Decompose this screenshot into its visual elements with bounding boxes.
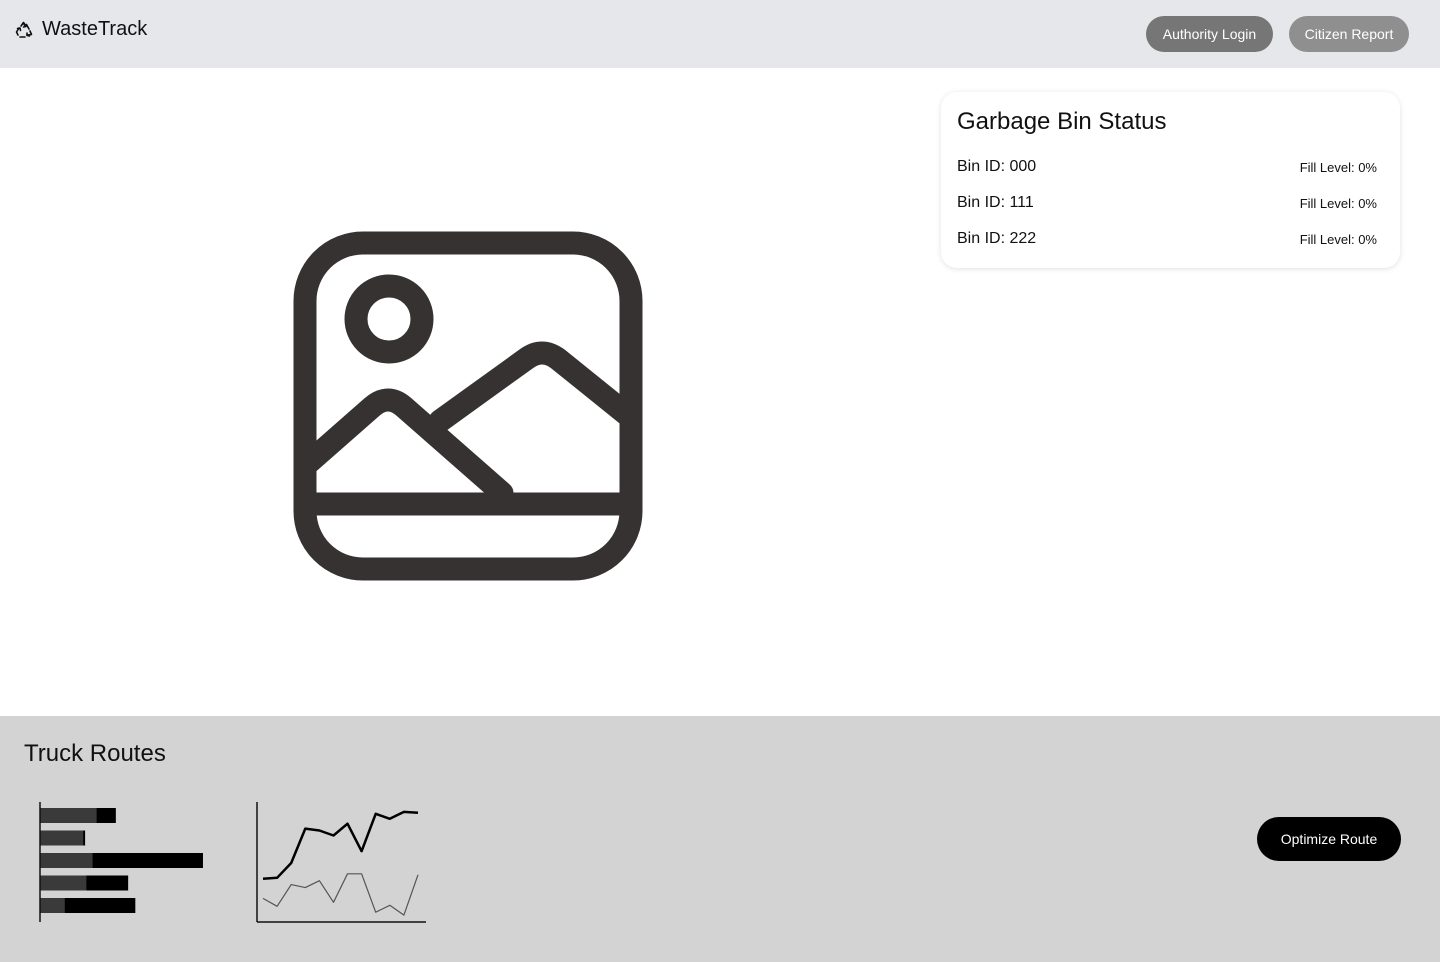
- brand-name: WasteTrack: [42, 18, 148, 40]
- fill-level: Fill Level: 0%: [1299, 160, 1377, 175]
- bar-2-segment-1: [40, 830, 84, 846]
- bar-1-segment-1: [40, 808, 97, 823]
- bar-2-segment-2: [83, 830, 86, 846]
- image-placeholder-icon: [292, 231, 644, 581]
- line-series-1: [262, 810, 419, 880]
- fill-level: Fill Level: 0%: [1299, 196, 1377, 211]
- recycle-icon: [14, 20, 34, 40]
- bin-row[interactable]: Bin ID: 111 Fill Level: 0%: [957, 194, 1377, 214]
- route-bar-chart: [39, 802, 203, 922]
- bin-id: Bin ID: 111: [957, 194, 1034, 211]
- brand[interactable]: WasteTrack: [14, 18, 147, 41]
- authority-login-button[interactable]: Authority Login: [1146, 16, 1273, 52]
- fill-level: Fill Level: 0%: [1299, 232, 1377, 247]
- bin-status-title: Garbage Bin Status: [957, 108, 1167, 135]
- truck-routes-title: Truck Routes: [24, 740, 166, 767]
- top-navigation-bar: WasteTrack Authority Login Citizen Repor…: [0, 0, 1440, 68]
- bin-id: Bin ID: 000: [957, 158, 1037, 175]
- route-line-chart: [256, 802, 426, 923]
- bin-id: Bin ID: 222: [957, 230, 1037, 247]
- bar-3-segment-2: [92, 853, 203, 868]
- bar-5-segment-2: [64, 898, 136, 913]
- bar-1-segment-2: [96, 808, 116, 823]
- bin-row[interactable]: Bin ID: 222 Fill Level: 0%: [957, 230, 1377, 250]
- bar-3-segment-1: [40, 853, 93, 868]
- line-series-2: [262, 873, 419, 916]
- bar-5-segment-1: [40, 898, 65, 913]
- citizen-report-button[interactable]: Citizen Report: [1289, 16, 1409, 52]
- bar-4-segment-1: [40, 875, 87, 891]
- bar-4-segment-2: [86, 875, 129, 891]
- bin-row[interactable]: Bin ID: 000 Fill Level: 0%: [957, 158, 1377, 178]
- garbage-bin-status-card: Garbage Bin Status Bin ID: 000 Fill Leve…: [941, 92, 1400, 268]
- optimize-route-button[interactable]: Optimize Route: [1257, 817, 1401, 861]
- truck-routes-section: Truck Routes Optimize Route: [0, 716, 1440, 962]
